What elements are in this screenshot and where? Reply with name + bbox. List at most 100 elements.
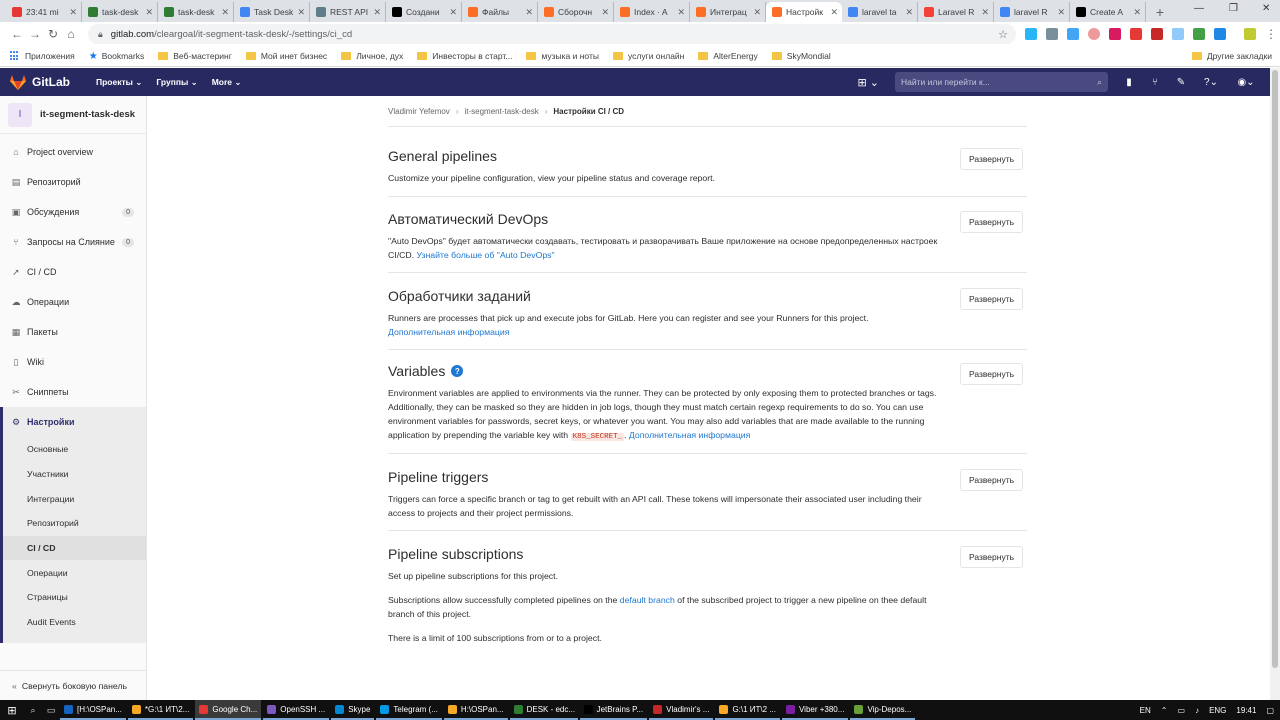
clock[interactable]: 19:41 [1236,706,1256,715]
browser-tab[interactable]: 23:41 mi ✕ [6,2,82,22]
close-tab-icon[interactable]: ✕ [373,7,381,18]
browser-tab[interactable]: Task Desk ✕ [234,2,310,22]
taskbar-app[interactable]: [H:\OSPan... [60,700,126,720]
sidebar-item-merge-requests[interactable]: ⑂ Запросы на Слияние 0 [0,227,146,257]
breadcrumb-project[interactable]: it-segment-task-desk [464,107,538,116]
question-icon[interactable]: ? [451,365,464,377]
volume-icon[interactable]: ♪ [1195,706,1199,715]
close-tab-icon[interactable]: ✕ [830,7,838,18]
close-window-icon[interactable]: ✕ [1262,3,1270,14]
browser-tab[interactable]: Интеграц ✕ [690,2,766,22]
browser-tab[interactable]: Настройк ✕ [766,2,842,22]
expand-button[interactable]: Развернуть [960,148,1023,170]
sidebar-item-snippets[interactable]: ✂ Сниппеты [0,377,146,407]
close-tab-icon[interactable]: ✕ [1057,7,1065,18]
close-tab-icon[interactable]: ✕ [449,7,457,18]
sidebar-project-header[interactable]: I it-segment-task-desk [0,96,146,134]
tray-chevron-icon[interactable]: ⌃ [1161,706,1168,715]
gitlab-logo[interactable]: GitLab [10,74,70,90]
scrollbar-thumb[interactable] [1272,70,1278,668]
close-tab-icon[interactable]: ✕ [601,7,609,18]
extension-icon[interactable] [1046,28,1058,40]
browser-tab[interactable]: REST API ✕ [310,2,386,22]
extension-icon[interactable] [1193,28,1205,40]
close-tab-icon[interactable]: ✕ [525,7,533,18]
restore-icon[interactable]: ❐ [1229,3,1238,14]
sidebar-subitem-ci-cd[interactable]: CI / CD [3,535,146,561]
windows-start-icon[interactable]: ⊞ [0,704,24,717]
sidebar-subitem-general[interactable]: Основные [3,437,146,462]
expand-button[interactable]: Развернуть [960,363,1023,385]
search-input[interactable]: Найти или перейти к... ⌕ [895,72,1108,92]
taskbar-app[interactable]: JetBrains P... [579,700,648,720]
nav-more[interactable]: More ⌄ [212,77,242,88]
taskbar-app[interactable]: DESK - edc... [509,700,578,720]
minimize-icon[interactable]: — [1194,3,1204,14]
close-tab-icon[interactable]: ✕ [677,7,685,18]
sidebar-item-packages[interactable]: ▦ Пакеты [0,317,146,347]
new-item-icon[interactable]: ⊞ ⌄ [858,76,880,89]
collapse-sidebar-button[interactable]: « Свернуть боковую панель [0,670,146,700]
bookmark-folder[interactable]: SkyMondial [771,51,831,61]
expand-button[interactable]: Развернуть [960,469,1023,491]
close-tab-icon[interactable]: ✕ [221,7,229,18]
sidebar-toggle-icon[interactable]: ▮ [1122,75,1136,89]
close-tab-icon[interactable]: ✕ [297,7,305,18]
sidebar-subitem-pages[interactable]: Страницы [3,585,146,610]
taskbar-app[interactable]: OpenSSH ... [263,700,330,720]
extension-icon[interactable] [1025,28,1037,40]
new-tab-button[interactable]: + [1150,2,1170,22]
sidebar-subitem-operations[interactable]: Операции [3,560,146,586]
extension-icon[interactable] [1244,28,1256,40]
network-icon[interactable]: ▭ [1178,706,1186,715]
browser-tab[interactable]: Laravel R ✕ [918,2,994,22]
bookmark-folder[interactable]: Веб-мастеринг [158,51,232,61]
taskbar-app[interactable]: Vladimir's ... [649,700,714,720]
bookmark-folder[interactable]: Инвесторы в старт... [417,51,512,61]
page-scrollbar[interactable] [1270,68,1280,700]
taskbar-app[interactable]: Telegram (... [376,700,442,720]
merge-request-icon[interactable]: ⑂ [1148,75,1162,89]
browser-tab[interactable]: task-desk ✕ [158,2,234,22]
browser-tab[interactable]: laravel R ✕ [994,2,1070,22]
extension-icon[interactable] [1130,28,1142,40]
menu-icon[interactable]: ⋮ [1262,27,1280,41]
browser-tab[interactable]: Create A ✕ [1070,2,1146,22]
expand-button[interactable]: Развернуть [960,211,1023,233]
bookmark-star-icon[interactable]: ☆ [998,28,1008,41]
extension-icon[interactable] [1067,28,1079,40]
close-tab-icon[interactable]: ✕ [69,7,77,18]
more-info-link[interactable]: Дополнительная информация [388,327,509,337]
sidebar-subitem-repository[interactable]: Репозиторий [3,511,146,536]
browser-tab[interactable]: Создани ✕ [386,2,462,22]
learn-more-link[interactable]: Узнайте больше об "Auto DevOps" [416,250,554,260]
default-branch-link[interactable]: default branch [620,595,675,605]
taskbar-app[interactable]: Vip-Depos... [850,700,916,720]
url-input[interactable]: 🔒︎ gitlab.com/cleargoal/it-segment-task-… [88,24,1016,44]
close-tab-icon[interactable]: ✕ [1133,7,1141,18]
search-icon[interactable]: ⌕ [24,705,42,716]
bookmark-folder[interactable]: AlterEnergy [698,51,758,61]
browser-tab[interactable]: Файлы ✕ [462,2,538,22]
home-icon[interactable]: ⌂ [62,27,80,41]
nav-groups[interactable]: Группы ⌄ [156,77,197,88]
sidebar-subitem-members[interactable]: Участники [3,461,146,487]
bookmark-folder[interactable]: музыка и ноты [526,51,599,61]
sidebar-item-operations[interactable]: ☁ Операции [0,287,146,317]
input-language[interactable]: EN [1140,706,1151,715]
close-tab-icon[interactable]: ✕ [905,7,913,18]
taskbar-app[interactable]: Skype [331,700,375,720]
reload-icon[interactable]: ↻ [44,27,62,41]
extension-icon[interactable] [1109,28,1121,40]
taskbar-app[interactable]: Viber +380... [781,700,849,720]
extension-icon[interactable] [1151,28,1163,40]
forward-icon[interactable]: → [26,27,44,41]
todo-icon[interactable]: ✎ [1174,75,1188,89]
close-tab-icon[interactable]: ✕ [981,7,989,18]
task-view-icon[interactable]: ▭ [42,705,60,716]
sidebar-subitem-audit-events[interactable]: Audit Events [3,609,146,635]
sidebar-item-repository[interactable]: ▤ Репозиторий [0,167,146,197]
bookmark-item[interactable]: ★ Bookmarks [89,51,144,62]
expand-button[interactable]: Развернуть [960,288,1023,310]
close-tab-icon[interactable]: ✕ [145,7,153,18]
